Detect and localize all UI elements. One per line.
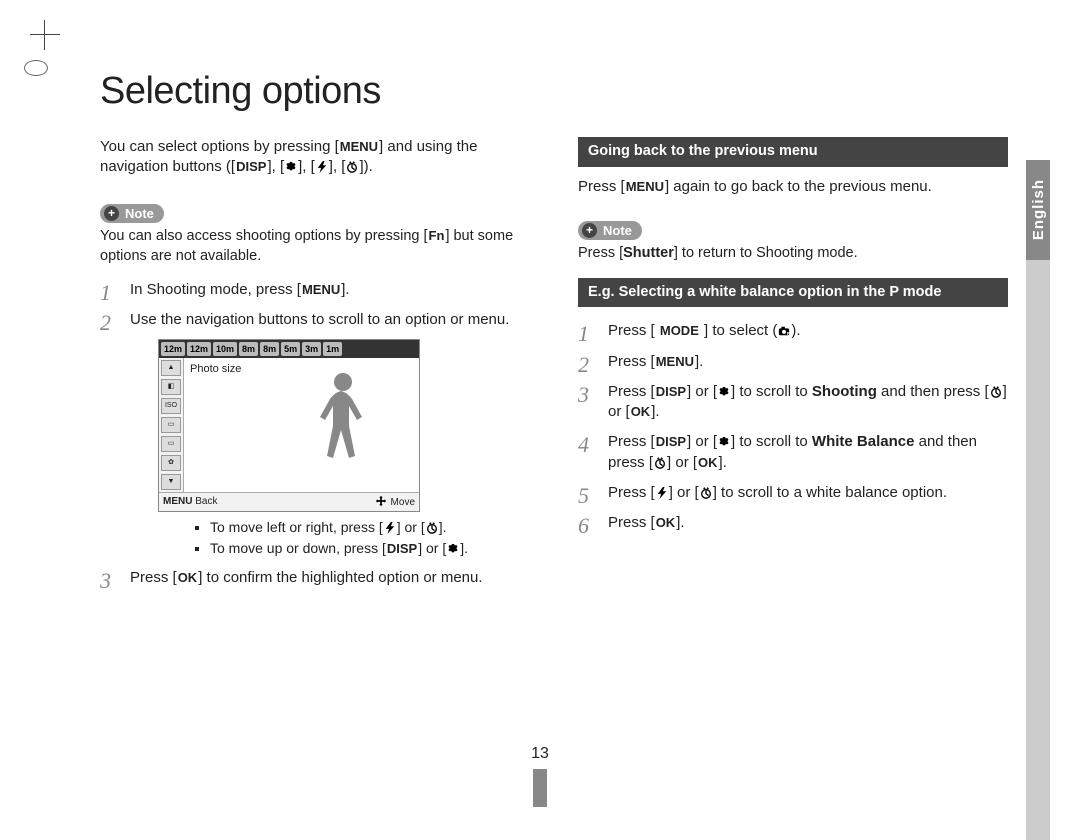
size-chip: 8m bbox=[260, 342, 279, 356]
menu-key: MENU bbox=[655, 353, 695, 371]
step-3: Press [DISP] or [] to scroll to Shooting… bbox=[578, 382, 1008, 423]
left-column: You can select options by pressing [MENU… bbox=[100, 137, 530, 598]
page-number: 13 bbox=[0, 745, 1080, 763]
lcd-label: Photo size bbox=[190, 362, 241, 377]
intro-text: You can select options by pressing [MENU… bbox=[100, 137, 530, 178]
back-text: Press [MENU] again to go back to the pre… bbox=[578, 177, 1008, 197]
right-steps: Press [ MODE ] to select (). Press [MENU… bbox=[578, 321, 1008, 533]
note-text: You can also access shooting options by … bbox=[100, 227, 530, 266]
page-number-bar bbox=[533, 769, 547, 807]
disp-key: DISP bbox=[655, 433, 687, 451]
menu-key: MENU bbox=[301, 281, 341, 299]
lcd-screenshot: 12m 12m 10m 8m 8m 5m 3m 1m ▲ bbox=[158, 339, 420, 513]
move-icon bbox=[374, 495, 388, 507]
step-1: In Shooting mode, press [MENU]. bbox=[100, 280, 530, 300]
disp-key: DISP bbox=[386, 540, 418, 558]
size-chip: 3m bbox=[302, 342, 321, 356]
timer-icon bbox=[989, 386, 1003, 398]
flower-icon bbox=[717, 386, 731, 398]
lcd-main: Photo size bbox=[183, 358, 419, 492]
move-bullets: To move left or right, press [] or []. T… bbox=[158, 518, 530, 558]
camera-p-icon bbox=[777, 325, 791, 337]
disp-key: DISP bbox=[235, 158, 267, 176]
step-4: Press [DISP] or [] to scroll to White Ba… bbox=[578, 432, 1008, 473]
flash-icon bbox=[655, 487, 669, 499]
step-2: Press [MENU]. bbox=[578, 352, 1008, 372]
step-1: Press [ MODE ] to select (). bbox=[578, 321, 1008, 341]
left-steps: In Shooting mode, press [MENU]. Use the … bbox=[100, 280, 530, 588]
page-title: Selecting options bbox=[100, 70, 1020, 113]
bullet: To move up or down, press [DISP] or []. bbox=[210, 539, 530, 558]
step-6: Press [OK]. bbox=[578, 513, 1008, 533]
section-header: E.g. Selecting a white balance option in… bbox=[578, 278, 1008, 308]
person-icon bbox=[303, 368, 383, 473]
ok-key: OK bbox=[697, 454, 719, 472]
flash-icon bbox=[383, 522, 397, 534]
disp-key: DISP bbox=[655, 383, 687, 401]
menu-key: MENU bbox=[339, 138, 379, 156]
timer-icon bbox=[425, 522, 439, 534]
size-chip: 12m bbox=[187, 342, 211, 356]
flower-icon bbox=[717, 436, 731, 448]
timer-icon bbox=[345, 161, 359, 173]
ok-key: OK bbox=[655, 514, 677, 532]
lcd-bottom: MENU Back Move bbox=[159, 492, 419, 512]
lcd-top-bar: 12m 12m 10m 8m 8m 5m 3m 1m bbox=[159, 340, 419, 358]
note-text: Press [Shutter] to return to Shooting mo… bbox=[578, 244, 1008, 264]
mode-key: MODE bbox=[659, 322, 700, 340]
flower-icon bbox=[446, 543, 460, 555]
step-2: Use the navigation buttons to scroll to … bbox=[100, 310, 530, 558]
size-chip: 5m bbox=[281, 342, 300, 356]
flower-icon bbox=[284, 161, 298, 173]
page-number-wrap: 13 bbox=[0, 745, 1080, 807]
note-badge: + Note bbox=[100, 204, 164, 224]
plus-icon: + bbox=[104, 206, 119, 221]
ok-key: OK bbox=[177, 569, 199, 587]
shutter-key: Shutter bbox=[623, 245, 674, 261]
ok-key: OK bbox=[630, 403, 652, 421]
menu-key: MENU bbox=[625, 178, 665, 196]
size-chip: 1m bbox=[323, 342, 342, 356]
plus-icon: + bbox=[582, 223, 597, 238]
size-chip: 10m bbox=[213, 342, 237, 356]
step-5: Press [] or [] to scroll to a white bala… bbox=[578, 483, 1008, 503]
note-badge: + Note bbox=[578, 221, 642, 241]
bullet: To move left or right, press [] or []. bbox=[210, 518, 530, 537]
lcd-side-icons: ▲ ◧ ISO ▭ ▭ ✿ ▼ bbox=[159, 358, 183, 492]
flash-icon bbox=[315, 161, 329, 173]
section-header: Going back to the previous menu bbox=[578, 137, 1008, 167]
timer-icon bbox=[699, 487, 713, 499]
size-chip: 12m bbox=[161, 342, 185, 356]
timer-icon bbox=[653, 457, 667, 469]
right-column: Going back to the previous menu Press [M… bbox=[578, 137, 1008, 598]
step-3: Press [OK] to confirm the highlighted op… bbox=[100, 568, 530, 588]
fn-key: Fn bbox=[428, 227, 446, 245]
size-chip: 8m bbox=[239, 342, 258, 356]
